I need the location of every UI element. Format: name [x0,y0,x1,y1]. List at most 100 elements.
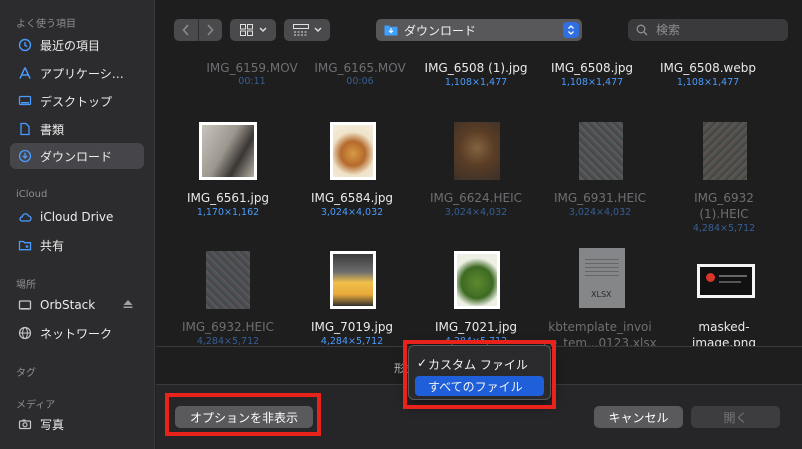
sidebar-item-label: アプリケーシ… [40,66,124,81]
grid-view-icon [239,24,253,36]
file-name: IMG_6165.MOV [314,61,406,75]
eject-icon[interactable] [122,298,134,310]
file-dimensions: 1,170×1,162 [196,207,260,218]
file-name: IMG_6584.jpg [310,191,394,205]
desktop-icon [18,94,32,108]
sidebar-item-label: 最近の項目 [40,38,101,53]
file-thumbnail[interactable] [703,122,747,180]
sidebar-item-label: ネットワーク [40,326,113,341]
file-thumbnail[interactable] [697,264,755,298]
file-name: IMG_6561.jpg [186,191,270,205]
file-thumbnail[interactable] [330,251,376,309]
file-name-line2: image.png [691,336,757,346]
location-popup[interactable]: ダウンロード [376,19,582,41]
format-option-all[interactable]: すべてのファイル [415,376,544,396]
format-option-custom[interactable]: ✓ カスタム ファイル [415,354,544,374]
file-item[interactable]: IMG_6561.jpg 1,170×1,162 [164,190,292,219]
group-by-button[interactable] [284,19,330,41]
sidebar-item-network[interactable]: ネットワーク [10,320,144,346]
sidebar-item-icloud-drive[interactable]: iCloud Drive [10,204,144,230]
file-item[interactable]: IMG_6584.jpg 3,024×4,032 [288,190,416,219]
back-forward-group [174,19,222,41]
file-thumbnail[interactable] [330,122,376,180]
search-field[interactable] [628,19,788,41]
file-item[interactable]: IMG_6508.jpg 1,108×1,477 [528,60,656,89]
chevron-down-icon [259,27,267,33]
file-dimensions: 4,284×5,712 [320,336,384,346]
sidebar-item-downloads[interactable]: ダウンロード [10,143,144,169]
file-name: IMG_6508.webp [660,61,756,75]
sidebar-item-label: 写真 [40,417,65,432]
applications-icon [18,66,32,80]
open-file-dialog: よく使う項目 最近の項目 アプリケーシ… デスクトップ 書類 ダウンロード iC… [0,0,802,449]
sidebar-item-label: 共有 [40,238,65,253]
file-item[interactable]: IMG_6932.HEIC 4,284×5,712 [164,319,292,346]
file-dimensions: 1,108×1,477 [444,77,508,88]
file-item[interactable]: IMG_6932 (1).HEIC 4,284×5,712 [660,190,788,235]
forward-icon[interactable] [199,19,223,41]
group-icon [292,24,309,36]
file-item[interactable]: IMG_6931.HEIC 3,024×4,032 [536,190,664,219]
sidebar-section-favorites: よく使う項目 [16,19,76,30]
sidebar-item-label: デスクトップ [40,94,113,109]
format-option-label: すべてのファイル [428,379,523,394]
sidebar-item-orbstack[interactable]: OrbStack [10,292,144,318]
file-item[interactable]: IMG_6165.MOV 00:06 [296,60,424,87]
file-item[interactable]: IMG_7019.jpg 4,284×5,712 [288,319,416,346]
view-mode-button[interactable] [230,19,276,41]
file-dimensions: 3,024×4,032 [568,207,632,218]
chevron-down-icon [314,27,322,33]
search-input[interactable] [654,22,778,38]
file-name: IMG_6931.HEIC [553,191,647,205]
cloud-icon [18,210,32,224]
file-item[interactable]: kbtemplate_invoi ce_tem...0123.xlsx [536,319,664,346]
file-thumbnail[interactable] [579,122,623,180]
file-name: kbtemplate_invoi [548,320,652,334]
sidebar-item-label: iCloud Drive [40,210,114,224]
sidebar-item-label: OrbStack [40,298,96,312]
sidebar-item-applications[interactable]: アプリケーシ… [10,60,144,86]
sidebar-item-shared[interactable]: 共有 [10,232,144,258]
sidebar-section-tags: タグ [16,368,36,379]
file-item[interactable]: IMG_6508 (1).jpg 1,108×1,477 [412,60,540,89]
file-thumbnail[interactable] [454,122,500,180]
format-menu: ✓ カスタム ファイル すべてのファイル [408,345,551,400]
file-thumbnail[interactable] [199,122,257,180]
file-grid: IMG_6159.MOV 00:11 IMG_6165.MOV 00:06 IM… [156,58,802,346]
file-item[interactable]: masked- image.png [660,319,788,346]
file-thumbnail[interactable] [206,251,250,309]
file-dimensions: 3,024×4,032 [444,207,508,218]
back-icon[interactable] [174,19,199,41]
sidebar-item-documents[interactable]: 書類 [10,116,144,142]
file-item[interactable]: IMG_6624.HEIC 3,024×4,032 [412,190,540,219]
file-item[interactable]: IMG_7021.jpg 4,284×5,712 [412,319,540,346]
file-name: masked- [698,320,750,334]
clock-icon [18,38,32,52]
cancel-button[interactable]: キャンセル [594,406,683,428]
download-icon [18,149,32,163]
file-name: IMG_6624.HEIC [429,191,523,205]
shared-folder-icon [18,238,32,252]
file-item[interactable]: IMG_6508.webp 1,108×1,477 [644,60,772,89]
file-name: IMG_6932 [694,191,754,205]
network-icon [18,326,32,340]
file-dimensions: 1,108×1,477 [560,77,624,88]
hide-options-button[interactable]: オプションを非表示 [175,406,313,428]
xlsx-file-icon[interactable]: XLSX [579,248,625,308]
file-dimensions: 3,024×4,032 [320,207,384,218]
sidebar-item-label: 書類 [40,122,65,137]
drive-icon [18,298,32,312]
sidebar: よく使う項目 最近の項目 アプリケーシ… デスクトップ 書類 ダウンロード iC… [0,0,155,449]
sidebar-item-recents[interactable]: 最近の項目 [10,32,144,58]
toolbar: ダウンロード [156,0,802,58]
file-name: IMG_7019.jpg [310,320,394,334]
file-thumbnail[interactable] [454,251,500,309]
open-button[interactable]: 開く [691,406,780,428]
checkmark-icon: ✓ [417,356,428,370]
file-name-line2: (1).HEIC [699,207,749,221]
file-name: IMG_7021.jpg [434,320,518,334]
camera-icon [18,417,32,431]
sidebar-item-photos[interactable]: 写真 [10,411,144,437]
file-dimensions: 4,284×5,712 [196,336,260,346]
sidebar-item-desktop[interactable]: デスクトップ [10,88,144,114]
